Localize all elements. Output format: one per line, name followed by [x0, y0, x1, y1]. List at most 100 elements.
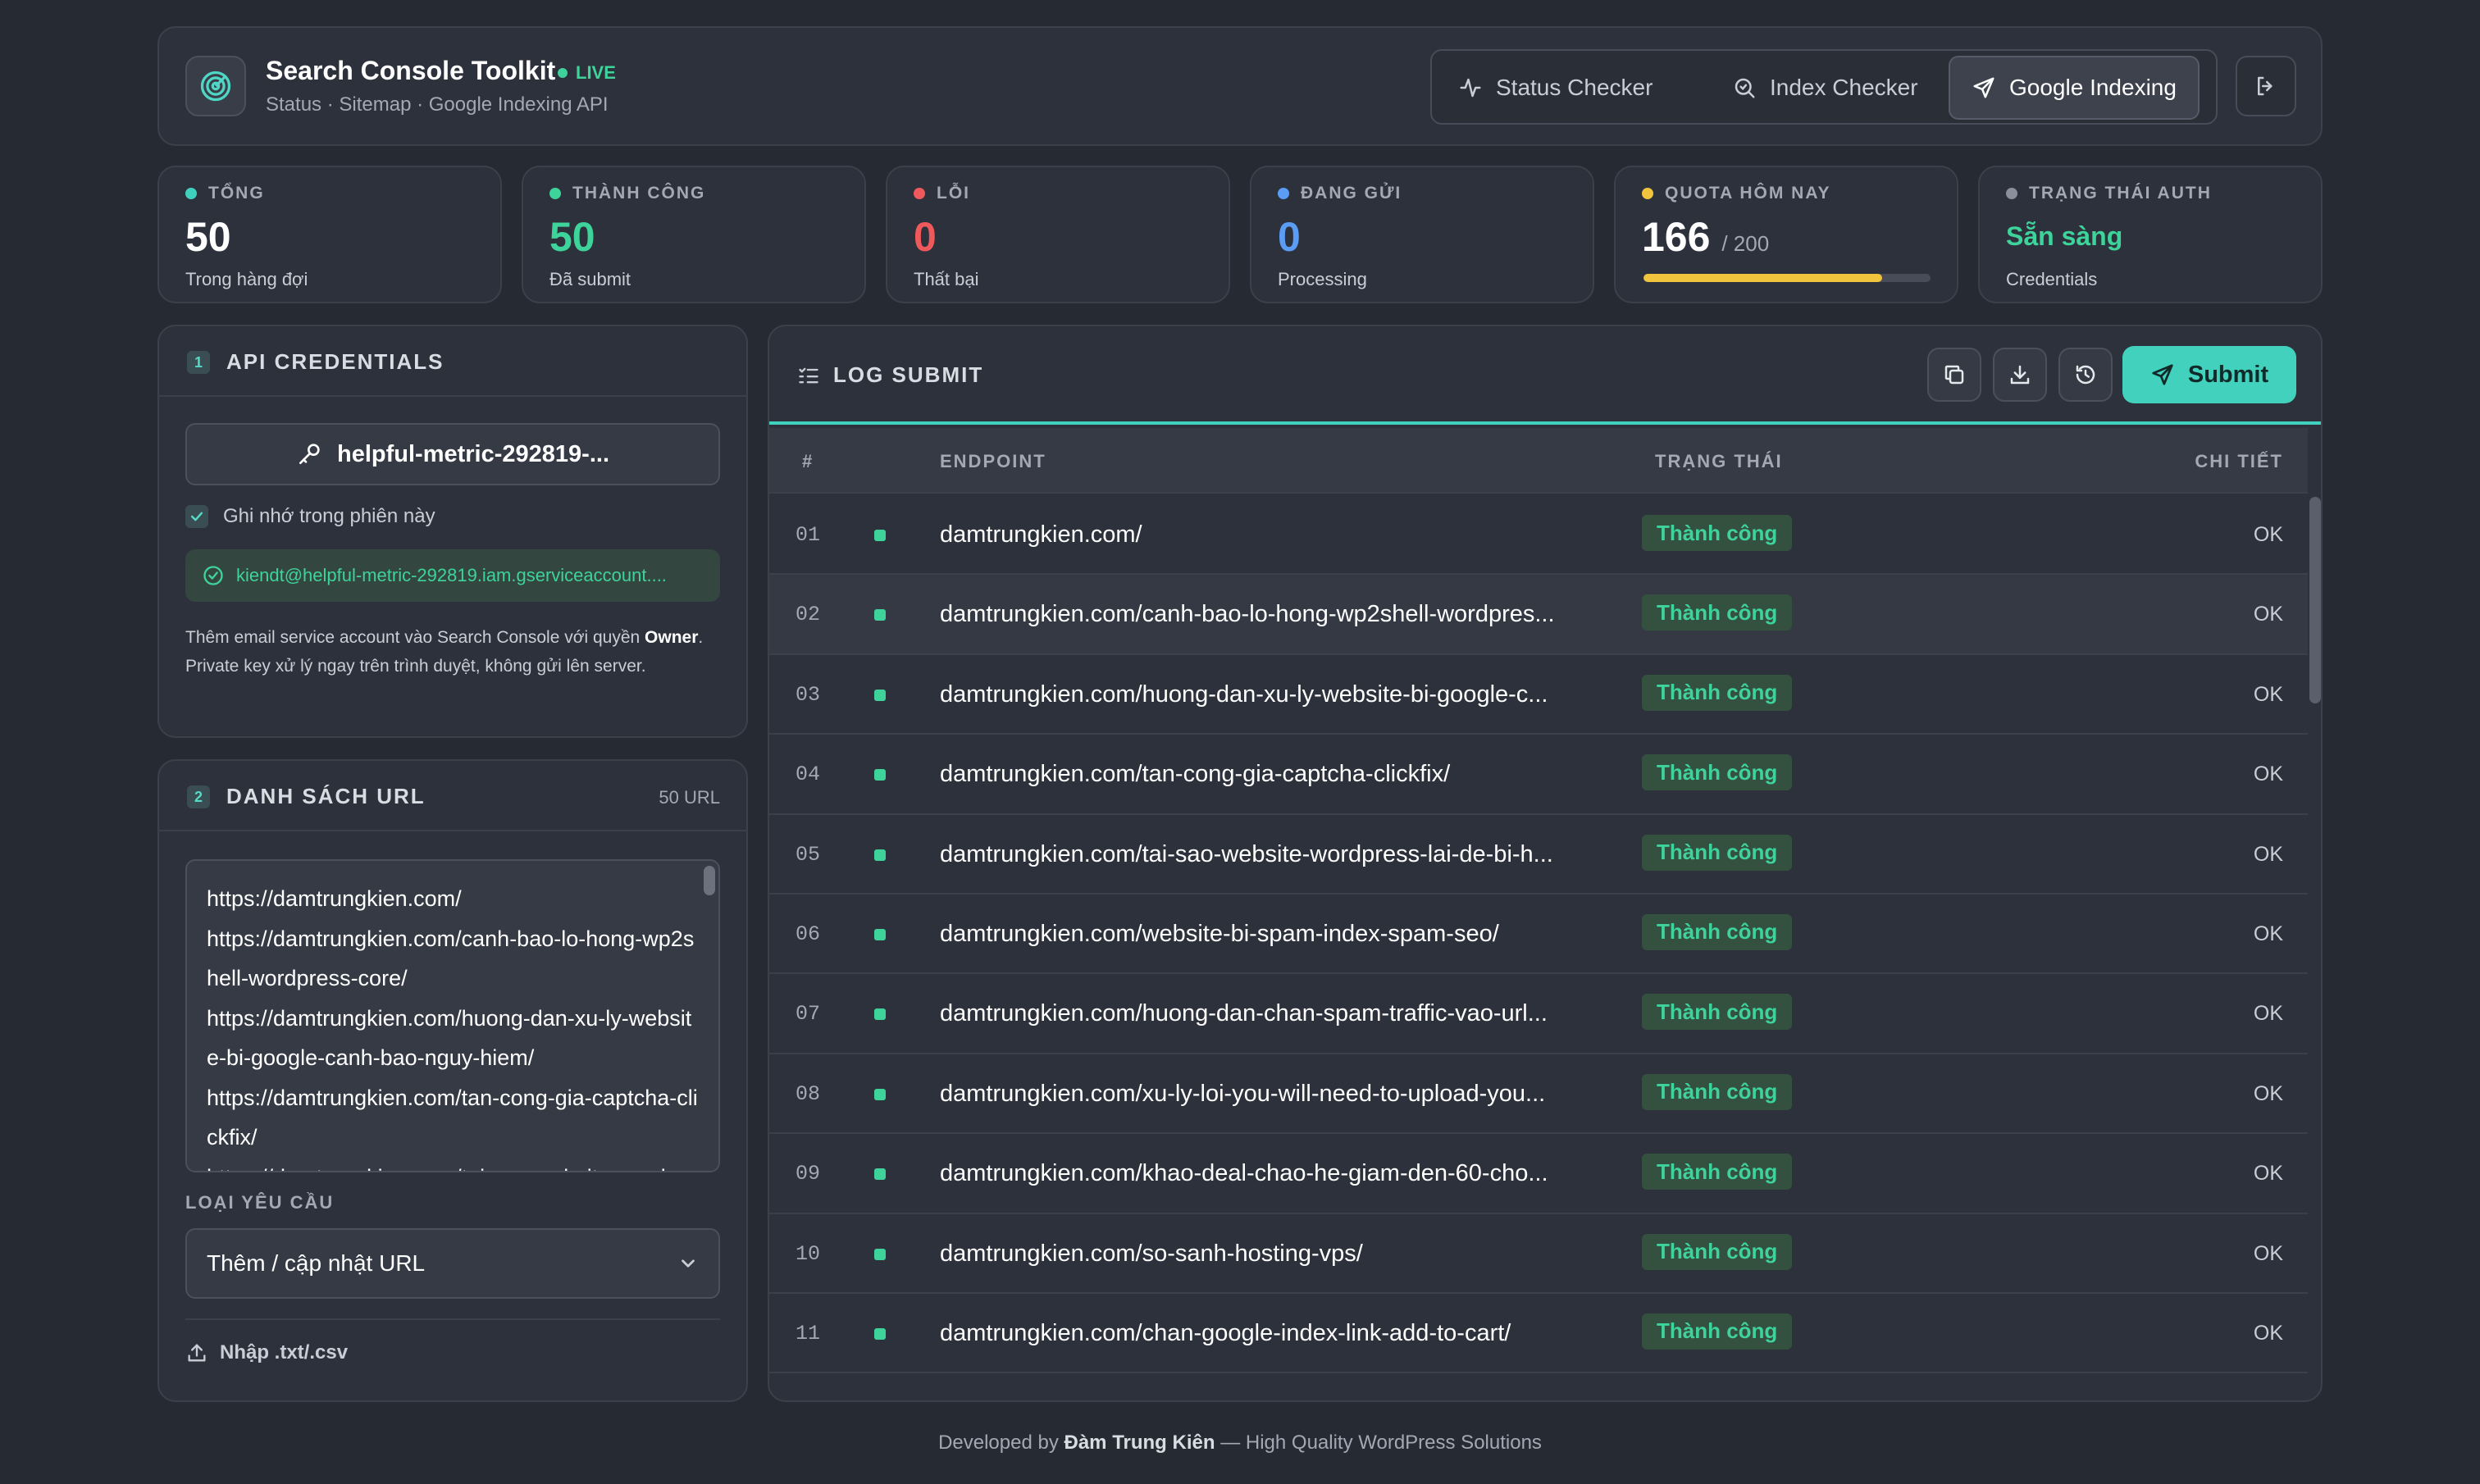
status-badge: Thành công — [1642, 1233, 1793, 1270]
stat-value: Sẵn sàng — [2006, 221, 2123, 251]
table-row[interactable]: 06 damtrungkien.com/website-bi-spam-index… — [769, 894, 2308, 975]
log-submit-card: LOG SUBMIT Submit # ENDPOINT TRẠNG THÁI … — [768, 325, 2323, 1402]
log-title-text: LOG SUBMIT — [833, 362, 984, 387]
history-icon — [2076, 365, 2095, 385]
mode-tabs: Status Checker Index Checker Google Inde… — [1430, 49, 2218, 125]
row-endpoint: damtrungkien.com/huong-dan-chan-spam-tra… — [940, 1000, 1548, 1027]
stat-label: THÀNH CÔNG — [549, 184, 705, 203]
row-number: 01 — [796, 523, 821, 547]
key-file-button[interactable]: helpful-metric-292819-... — [185, 423, 720, 485]
submit-button[interactable]: Submit — [2122, 346, 2296, 403]
status-indicator — [874, 530, 886, 541]
status-dot — [1278, 188, 1289, 199]
submit-label: Submit — [2187, 361, 2269, 388]
history-button[interactable] — [2058, 348, 2113, 402]
table-row[interactable]: 05 damtrungkien.com/tai-sao-website-wordp… — [769, 815, 2308, 894]
table-row[interactable]: 03 damtrungkien.com/huong-dan-xu-ly-websi… — [769, 655, 2308, 735]
status-badge: Thành công — [1642, 674, 1793, 711]
row-endpoint: damtrungkien.com/website-bi-spam-index-s… — [940, 920, 1499, 947]
row-detail: OK — [2253, 922, 2283, 945]
tab-google-indexing[interactable]: Google Indexing — [1949, 56, 2200, 120]
table-row[interactable]: 04 damtrungkien.com/tan-cong-gia-captcha-… — [769, 735, 2308, 815]
help-owner: Owner — [645, 628, 699, 647]
table-row[interactable]: 10 damtrungkien.com/so-sanh-hosting-vps/T… — [769, 1214, 2308, 1294]
url-line: https://damtrungkien.com/tan-cong-gia-ca… — [207, 1085, 698, 1150]
stat-total-card: TỔNG 50 Trong hàng đợi — [157, 166, 502, 303]
footer-prefix: Developed by — [938, 1432, 1064, 1454]
row-detail: OK — [2253, 1081, 2283, 1105]
stat-label: TRẠNG THÁI AUTH — [2006, 184, 2212, 203]
row-endpoint: damtrungkien.com/huong-dan-xu-ly-website… — [940, 681, 1548, 708]
logout-button[interactable] — [2236, 56, 2296, 116]
list-check-icon — [799, 367, 818, 383]
row-detail: OK — [2253, 603, 2283, 626]
request-type-label: LOẠI YÊU CẦU — [185, 1192, 335, 1213]
stat-note: Credentials — [2006, 269, 2098, 289]
stat-note: Trong hàng đợi — [185, 269, 308, 289]
row-detail: OK — [2253, 1162, 2283, 1186]
tab-label: Google Indexing — [2009, 75, 2177, 100]
stat-value: 166 / 200 — [1642, 213, 1769, 261]
download-icon — [2010, 365, 2030, 385]
stat-label: LỖI — [914, 184, 970, 203]
table-row[interactable]: 11 damtrungkien.com/chan-google-index-lin… — [769, 1294, 2308, 1374]
stat-label-text: THÀNH CÔNG — [572, 184, 706, 203]
table-row[interactable]: 08 damtrungkien.com/xu-ly-loi-you-will-ne… — [769, 1054, 2308, 1135]
row-number: 05 — [796, 842, 821, 867]
status-indicator — [874, 609, 886, 621]
url-textarea[interactable]: https://damtrungkien.com/ https://damtru… — [185, 859, 720, 1172]
stat-label-text: ĐANG GỬI — [1301, 184, 1402, 203]
status-indicator — [874, 1248, 886, 1260]
textarea-scrollbar[interactable] — [704, 866, 715, 895]
url-line: https://damtrungkien.com/ — [207, 886, 462, 911]
stat-label: QUOTA HÔM NAY — [1642, 184, 1831, 203]
import-file-button[interactable]: Nhập .txt/.csv — [185, 1341, 348, 1364]
tab-index-checker[interactable]: Index Checker — [1711, 56, 1940, 120]
status-badge: Thành công — [1642, 994, 1793, 1031]
download-button[interactable] — [1993, 348, 2047, 402]
stat-auth-card: TRẠNG THÁI AUTH Sẵn sàng Credentials — [1978, 166, 2323, 303]
row-number: 07 — [796, 1002, 821, 1027]
status-badge: Thành công — [1642, 515, 1793, 551]
stat-sending-card: ĐANG GỬI 0 Processing — [1250, 166, 1594, 303]
divider — [185, 1318, 720, 1320]
table-row[interactable]: 02 damtrungkien.com/canh-bao-lo-hong-wp2s… — [769, 575, 2308, 655]
table-row[interactable]: 07 damtrungkien.com/huong-dan-chan-spam-t… — [769, 974, 2308, 1054]
remember-toggle[interactable]: Ghi nhớ trong phiên này — [185, 505, 435, 528]
step-badge: 2 — [187, 785, 210, 808]
tab-status-checker[interactable]: Status Checker — [1437, 56, 1674, 120]
footer-suffix: — High Quality WordPress Solutions — [1215, 1432, 1542, 1454]
credentials-help: Thêm email service account vào Search Co… — [185, 623, 727, 681]
status-badge: Thành công — [1642, 754, 1793, 791]
card-title: API CREDENTIALS — [226, 349, 444, 374]
status-indicator — [874, 689, 886, 701]
copy-button[interactable] — [1927, 348, 1981, 402]
copy-icon — [1944, 365, 1964, 385]
key-file-name: helpful-metric-292819-... — [337, 440, 609, 467]
row-number: 11 — [796, 1321, 821, 1345]
status-badge: Thành công — [1642, 1154, 1793, 1190]
app-title: Search Console Toolkit — [266, 56, 556, 85]
service-account-email: kiendt@helpful-metric-292819.iam.gservic… — [185, 549, 720, 602]
table-row[interactable]: 09 damtrungkien.com/khao-deal-chao-he-gia… — [769, 1134, 2308, 1214]
row-number: 08 — [796, 1081, 821, 1106]
live-label: LIVE — [576, 62, 616, 83]
remember-checkbox[interactable] — [185, 505, 208, 528]
stat-error-card: LỖI 0 Thất bại — [886, 166, 1230, 303]
status-indicator — [874, 928, 886, 940]
status-indicator — [874, 849, 886, 861]
status-indicator — [874, 1088, 886, 1100]
email-text: kiendt@helpful-metric-292819.iam.gservic… — [236, 565, 667, 585]
tab-label: Index Checker — [1770, 75, 1918, 100]
row-number: 04 — [796, 762, 821, 787]
activity-icon — [1460, 78, 1481, 98]
status-badge: Thành công — [1642, 913, 1793, 950]
log-scrollbar[interactable] — [2309, 497, 2321, 703]
log-header: LOG SUBMIT Submit — [769, 326, 2321, 425]
footer: Developed by Đàm Trung Kiên — High Quali… — [0, 1432, 2480, 1454]
table-row[interactable]: 01 damtrungkien.com/Thành công OK — [769, 495, 2308, 576]
radar-icon — [200, 71, 231, 102]
row-number: 03 — [796, 682, 821, 707]
quota-progress — [1643, 274, 1931, 282]
request-type-select[interactable]: Thêm / cập nhật URL — [185, 1228, 720, 1299]
